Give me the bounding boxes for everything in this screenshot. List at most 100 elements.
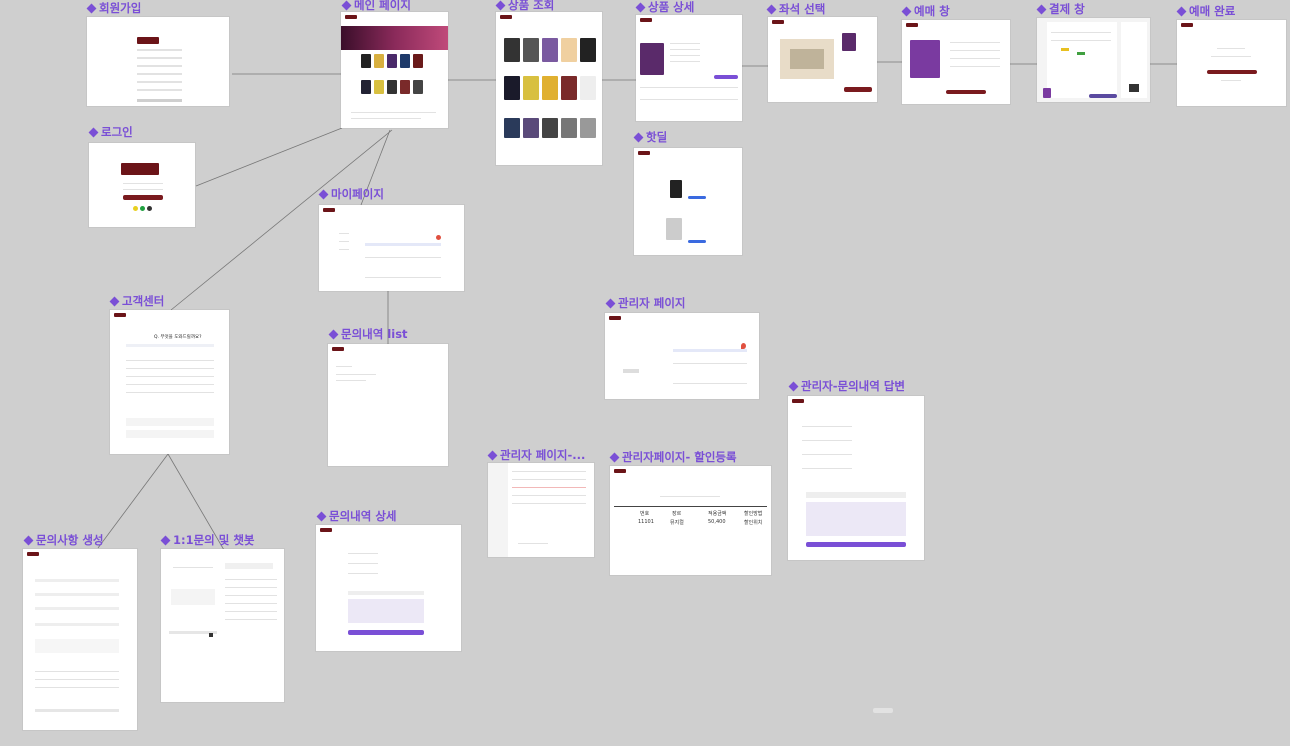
site-logo xyxy=(614,469,626,473)
pay-button[interactable] xyxy=(1089,94,1117,98)
frame-title: 관리자 페이지 xyxy=(618,296,686,310)
frame-search xyxy=(496,12,602,165)
frame-label-cs: 고객센터 xyxy=(109,293,165,309)
social-login-icon[interactable] xyxy=(147,206,152,211)
frame-title: 마이페이지 xyxy=(331,187,384,201)
frame-label-seat: 좌석 선택 xyxy=(766,1,826,17)
site-logo xyxy=(137,37,159,44)
frame-label-inquiry-detail: 문의내역 상세 xyxy=(316,508,396,524)
inquiry-detail-button[interactable] xyxy=(348,630,424,635)
table-header-genre: 장르 xyxy=(672,511,682,517)
frame-label-inquiry-list: 문의내역 list xyxy=(328,326,408,342)
frame-title: 관리자-문의내역 답변 xyxy=(801,379,905,393)
frame-title: 로그인 xyxy=(101,125,133,139)
frame-label-done: 예매 완료 xyxy=(1176,3,1236,19)
component-diamond-icon xyxy=(901,6,912,16)
frame-title: 고객센터 xyxy=(122,294,165,308)
component-diamond-icon xyxy=(487,450,498,460)
frame-label-mypage: 마이페이지 xyxy=(318,186,384,202)
frame-title: 예매 창 xyxy=(914,4,950,18)
frame-title: 좌석 선택 xyxy=(779,2,826,16)
component-diamond-icon xyxy=(316,511,327,521)
frame-label-hotdeal: 핫딜 xyxy=(633,129,668,145)
frame-inquiry-write xyxy=(23,549,137,730)
component-diamond-icon xyxy=(766,4,777,14)
frame-reserve xyxy=(902,20,1010,104)
site-logo xyxy=(906,23,918,27)
frame-label-detail: 상품 상세 xyxy=(635,0,695,15)
naver-login-icon[interactable] xyxy=(140,206,145,211)
signup-submit-button[interactable] xyxy=(137,99,182,102)
chat-send-icon[interactable] xyxy=(209,633,213,637)
frame-admin-answer xyxy=(788,396,924,560)
site-logo xyxy=(609,316,621,320)
frame-title: 결제 창 xyxy=(1049,2,1085,16)
hotdeal-buy-button-2[interactable] xyxy=(688,240,706,243)
component-diamond-icon xyxy=(318,189,329,199)
frame-label-admin-discount: 관리자페이지- 할인등록 xyxy=(609,449,737,465)
inquiry-content-textarea[interactable] xyxy=(35,639,119,653)
table-header-amount: 적용금액 xyxy=(708,511,727,517)
frame-label-admin-answer: 관리자-문의내역 답변 xyxy=(788,378,905,394)
table-cell-amount: 50,400 xyxy=(708,519,726,525)
frame-title: 예매 완료 xyxy=(1189,4,1236,18)
frame-label-login: 로그인 xyxy=(88,124,133,140)
frame-label-chatbot: 1:1문의 및 챗봇 xyxy=(160,532,255,548)
site-logo xyxy=(772,20,784,24)
frame-title: 상품 상세 xyxy=(648,0,695,14)
component-diamond-icon xyxy=(160,535,171,545)
site-logo xyxy=(1181,23,1193,27)
inquiry-type-select[interactable] xyxy=(35,579,119,582)
hotdeal-buy-button[interactable] xyxy=(688,196,706,199)
cs-question: Q. 무엇을 도와드릴까요? xyxy=(154,335,202,340)
kakao-login-icon[interactable] xyxy=(133,206,138,211)
inquiry-submit-button[interactable] xyxy=(35,709,119,712)
table-header-method: 할인방법 xyxy=(744,511,763,517)
frame-title: 문의내역 list xyxy=(341,327,408,341)
table-cell-no: 11101 xyxy=(638,519,654,525)
seat-confirm-button[interactable] xyxy=(844,87,872,92)
main-banner[interactable] xyxy=(341,26,448,50)
cs-search-input[interactable] xyxy=(126,344,214,347)
frame-title: 관리자 페이지-... xyxy=(500,448,586,462)
frame-label-admin: 관리자 페이지 xyxy=(605,295,686,311)
login-button[interactable] xyxy=(123,195,163,200)
component-diamond-icon xyxy=(109,296,120,306)
site-logo xyxy=(27,552,39,556)
site-logo xyxy=(114,313,126,317)
frame-title: 문의사항 생성 xyxy=(36,533,104,547)
frame-seat xyxy=(768,17,877,102)
frame-admin-sub xyxy=(488,463,594,557)
site-logo xyxy=(345,15,357,19)
frame-title: 핫딜 xyxy=(646,130,668,144)
frame-admin xyxy=(605,313,759,399)
component-diamond-icon xyxy=(633,132,644,142)
frame-title: 회원가입 xyxy=(99,1,142,15)
frame-payment xyxy=(1037,18,1150,102)
frame-main xyxy=(341,12,448,128)
component-diamond-icon xyxy=(86,3,97,13)
site-logo xyxy=(320,528,332,532)
frame-hotdeal xyxy=(634,148,742,255)
site-logo xyxy=(332,347,344,351)
frame-signup xyxy=(87,17,229,106)
frame-label-payment: 결제 창 xyxy=(1036,1,1085,17)
table-cell-method[interactable]: 할인위치 xyxy=(744,519,762,526)
component-diamond-icon xyxy=(635,2,646,12)
reserve-button[interactable] xyxy=(714,75,738,79)
component-diamond-icon xyxy=(495,0,506,10)
frame-label-inquiry-write: 문의사항 생성 xyxy=(23,532,104,548)
canvas-scroll-indicator[interactable] xyxy=(873,708,893,713)
component-diamond-icon xyxy=(1036,4,1047,14)
answer-submit-button[interactable] xyxy=(806,542,906,547)
go-home-button[interactable] xyxy=(1207,70,1257,74)
site-logo xyxy=(121,163,159,175)
profile-avatar[interactable] xyxy=(436,235,441,240)
component-diamond-icon xyxy=(788,381,799,391)
site-logo xyxy=(323,208,335,212)
table-cell-genre: 뮤지컬 xyxy=(670,520,684,526)
table-header-no: 번호 xyxy=(640,511,650,517)
reserve-submit-button[interactable] xyxy=(946,90,986,94)
site-logo xyxy=(640,18,652,22)
frame-mypage xyxy=(319,205,464,291)
